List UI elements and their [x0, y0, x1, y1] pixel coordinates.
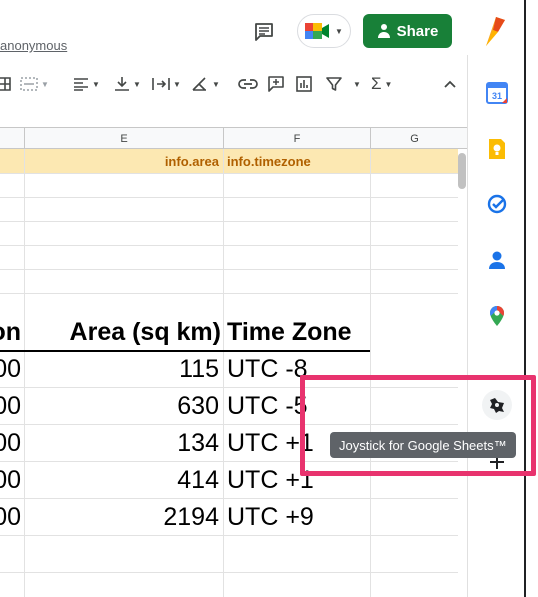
functions-button[interactable]: Σ ▼	[371, 70, 392, 98]
gridline	[0, 197, 458, 198]
column-header-e[interactable]: E	[24, 128, 223, 149]
cell-e1[interactable]: info.area	[24, 149, 219, 173]
gridline	[0, 173, 458, 174]
gridline	[0, 221, 458, 222]
table-cell[interactable]: UTC +9	[227, 499, 367, 535]
contacts-button[interactable]	[484, 247, 510, 273]
functions-icon: Σ	[371, 74, 382, 93]
spreadsheet-grid[interactable]: E F G info.area info.timezone on Area (s…	[0, 127, 467, 597]
insert-link-button[interactable]	[238, 70, 258, 98]
table-cell[interactable]: 414	[24, 462, 219, 498]
table-cell[interactable]: 2194	[24, 499, 219, 535]
grid-icon	[0, 77, 11, 91]
cell-f1[interactable]: info.timezone	[227, 149, 367, 173]
column-header-row: E F G	[0, 127, 467, 149]
tasks-icon	[487, 194, 507, 214]
gridline	[0, 572, 458, 573]
share-button[interactable]: Share	[363, 14, 452, 48]
calendar-button[interactable]: 31	[484, 80, 510, 106]
addon-tooltip: Joystick for Google Sheets™	[330, 432, 516, 458]
rotate-icon	[192, 77, 206, 91]
contacts-icon	[489, 251, 505, 269]
table-cell[interactable]: 630	[24, 388, 219, 424]
header-timezone-cell[interactable]: Time Zone	[227, 314, 367, 350]
comment-add-icon	[268, 76, 284, 92]
gridline	[0, 269, 458, 270]
insert-chart-button[interactable]	[296, 70, 312, 98]
wrap-icon	[152, 78, 170, 90]
table-cell[interactable]: 00	[0, 499, 21, 535]
valign-icon	[115, 77, 129, 91]
merge-button[interactable]: ▼	[20, 70, 49, 98]
lock-person-icon	[377, 24, 390, 38]
header-partial-cell[interactable]: on	[0, 314, 21, 350]
edit-history-link[interactable]: anonymous	[0, 38, 67, 53]
merge-icon	[20, 77, 38, 91]
share-label: Share	[396, 22, 439, 40]
maps-icon	[490, 306, 504, 326]
toolbar: ▼ ▼ ▼ ▼ ▼ ▼ Σ ▼	[0, 70, 467, 98]
keep-icon	[489, 139, 505, 159]
insert-comment-button[interactable]	[268, 70, 284, 98]
filter-menu-button[interactable]: ▼	[350, 70, 361, 98]
chart-icon	[296, 76, 312, 92]
window-edge	[524, 0, 526, 597]
column-header-g[interactable]: G	[370, 128, 458, 149]
collapse-icon	[444, 80, 456, 88]
keep-button[interactable]	[484, 136, 510, 162]
comment-icon	[255, 23, 273, 41]
filter-icon	[326, 77, 342, 91]
highlight-box	[300, 375, 536, 476]
collapse-toolbar-button[interactable]	[443, 70, 457, 98]
gridline	[0, 245, 458, 246]
gridline	[370, 149, 371, 597]
brand-logo-icon	[486, 17, 505, 46]
chevron-down-icon: ▼	[335, 26, 343, 36]
chevron-down-icon: ▼	[353, 79, 361, 89]
table-cell[interactable]: 00	[0, 388, 21, 424]
filter-button[interactable]	[326, 70, 342, 98]
gridline	[0, 293, 458, 294]
valign-button[interactable]: ▼	[114, 70, 141, 98]
borders-button[interactable]	[0, 70, 12, 98]
table-cell[interactable]: 00	[0, 462, 21, 498]
vertical-scrollbar[interactable]	[458, 149, 467, 597]
table-cell[interactable]: 00	[0, 351, 21, 387]
header-area-cell[interactable]: Area (sq km)	[24, 314, 221, 350]
meet-button[interactable]: ▼	[297, 14, 351, 48]
column-header-f[interactable]: F	[223, 128, 370, 149]
rotate-button[interactable]: ▼	[191, 70, 220, 98]
gridline	[0, 535, 458, 536]
calendar-icon: 31	[486, 82, 508, 104]
tasks-button[interactable]	[484, 191, 510, 217]
brand-logo[interactable]	[478, 14, 510, 48]
maps-button[interactable]	[484, 303, 510, 329]
svg-text:31: 31	[492, 91, 502, 101]
gridline	[223, 149, 224, 597]
table-cell[interactable]: 00	[0, 425, 21, 461]
align-icon	[74, 78, 88, 91]
table-cell[interactable]: 115	[24, 351, 219, 387]
align-button[interactable]: ▼	[73, 70, 100, 98]
comment-button[interactable]	[250, 18, 278, 46]
scrollbar-thumb[interactable]	[458, 153, 466, 189]
meet-icon	[305, 23, 330, 39]
link-icon	[238, 79, 258, 89]
table-cell[interactable]: 134	[24, 425, 219, 461]
wrap-button[interactable]: ▼	[152, 70, 181, 98]
